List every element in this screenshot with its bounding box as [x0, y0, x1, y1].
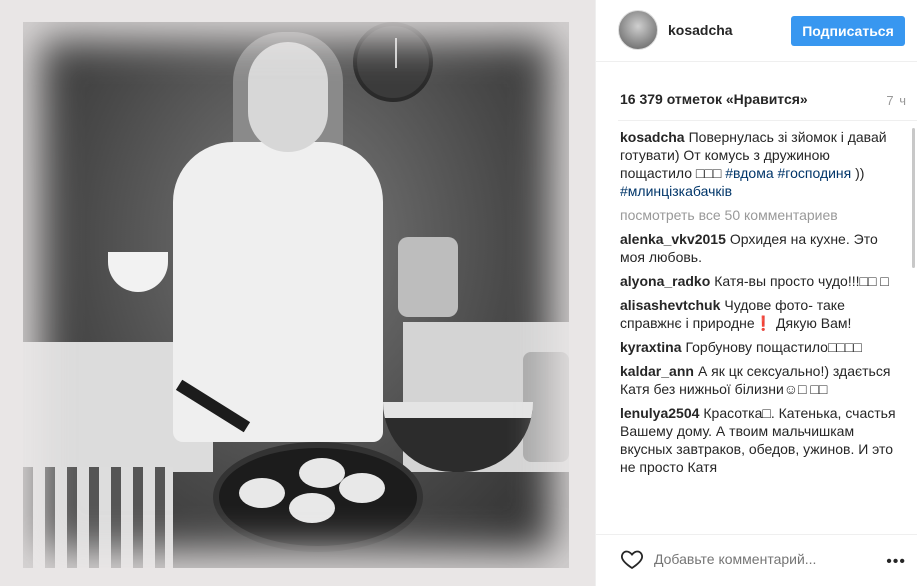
likes-count[interactable]: 16 379 отметок «Нравится» — [620, 91, 808, 107]
username-link[interactable]: kosadcha — [668, 22, 733, 38]
comment-text: Горбунову пощастило□□□□ — [685, 339, 862, 355]
frying-pan — [213, 442, 423, 552]
post-sidebar: kosadcha Подписаться 16 379 отметок «Нра… — [595, 0, 917, 586]
comment: alyona_radko Катя-вы просто чудо!!!□□ □ — [620, 272, 898, 290]
caption-author[interactable]: kosadcha — [620, 129, 685, 145]
pancake — [239, 478, 285, 508]
hashtag-mlyntsi[interactable]: #млинцізкабачків — [620, 183, 732, 199]
kettle-shape — [398, 237, 458, 317]
comment: kyraxtina Горбунову пощастило□□□□ — [620, 338, 898, 356]
orchid-pot — [108, 252, 168, 292]
more-options-icon[interactable]: ••• — [886, 553, 906, 571]
comment-author[interactable]: lenulya2504 — [620, 405, 699, 421]
comment-author[interactable]: alenka_vkv2015 — [620, 231, 726, 247]
follow-button[interactable]: Подписаться — [791, 16, 905, 46]
comment: lenulya2504 Красотка□. Катенька, счастья … — [620, 404, 898, 476]
post-header: kosadcha Подписаться — [596, 0, 917, 62]
divider — [618, 120, 917, 121]
comment-author[interactable]: kyraxtina — [620, 339, 681, 355]
comments-list: kosadcha Повернулась зі зйомок і давай го… — [620, 128, 898, 528]
pancake — [289, 493, 335, 523]
caption-suffix: )) — [855, 165, 865, 181]
post-photo[interactable] — [23, 22, 569, 568]
comments-scrollbar[interactable] — [912, 128, 915, 268]
caption-emoji: □□□ — [695, 165, 722, 181]
view-all-comments-link[interactable]: посмотреть все 50 комментариев — [620, 206, 898, 224]
add-comment-input[interactable] — [654, 551, 854, 567]
avatar[interactable] — [618, 10, 658, 50]
comment-author[interactable]: kaldar_ann — [620, 363, 694, 379]
wall-clock-shape — [353, 22, 433, 102]
post-footer: ••• — [596, 534, 917, 586]
post-time[interactable]: 7 ч — [886, 93, 907, 108]
caption: kosadcha Повернулась зі зйомок і давай го… — [620, 128, 898, 200]
comment: alisashevtchuk Чудове фото- таке справжнє… — [620, 296, 898, 332]
comment-author[interactable]: alisashevtchuk — [620, 297, 720, 313]
comment-author[interactable]: alyona_radko — [620, 273, 710, 289]
striped-towel — [23, 467, 173, 568]
hashtag-hospodynia[interactable]: #господиня — [778, 165, 852, 181]
comment-text: Катя-вы просто чудо!!!□□ □ — [714, 273, 889, 289]
heart-outline-icon[interactable] — [620, 547, 644, 571]
pancake — [339, 473, 385, 503]
photo-panel — [0, 0, 595, 586]
comment: alenka_vkv2015 Орхидея на кухне. Это моя … — [620, 230, 898, 266]
hashtag-vdoma[interactable]: #вдома — [725, 165, 773, 181]
comment: kaldar_ann А як цк сексуально!) здається … — [620, 362, 898, 398]
pancake — [299, 458, 345, 488]
woman-head — [248, 42, 328, 152]
